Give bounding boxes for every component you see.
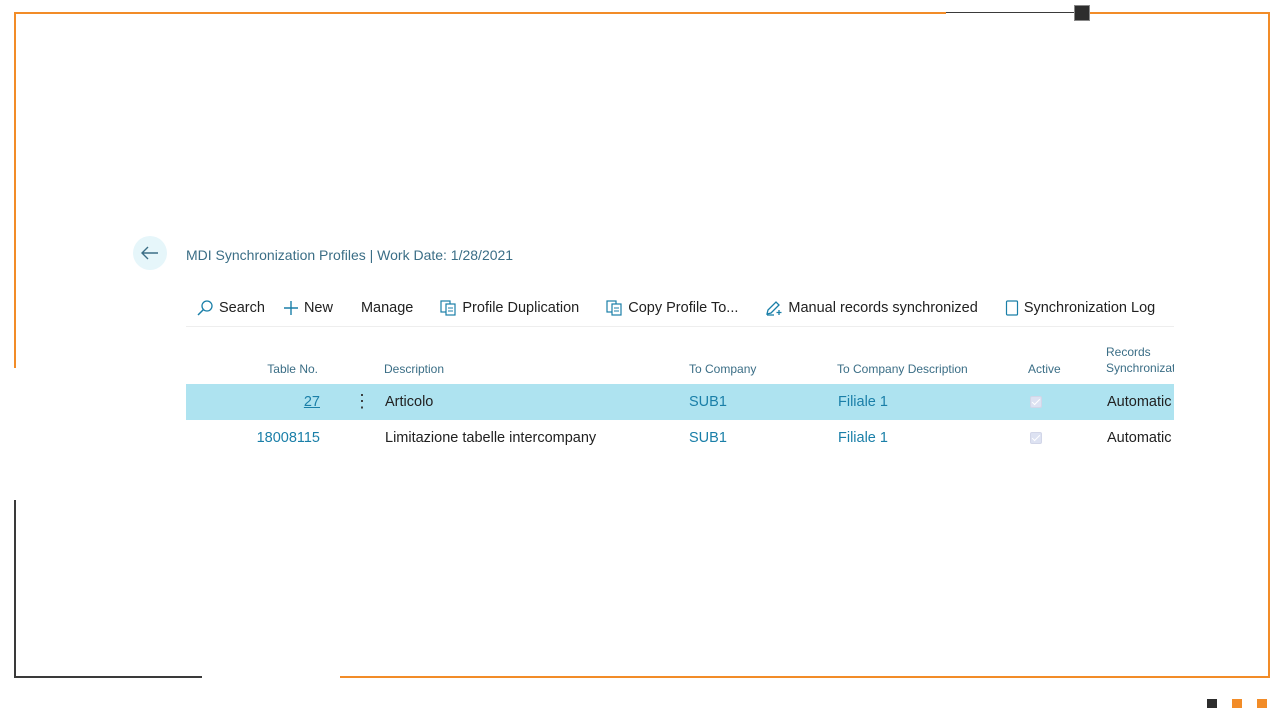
search-button[interactable]: Search	[196, 299, 265, 317]
column-header-description[interactable]: Description	[384, 362, 444, 376]
column-header-table-no[interactable]: Table No.	[267, 362, 318, 376]
new-button[interactable]: New	[283, 300, 333, 316]
copy-profile-to-button[interactable]: Copy Profile To...	[606, 300, 738, 316]
frame-top-dark-segment	[946, 12, 1083, 13]
to-company-link[interactable]: SUB1	[689, 430, 727, 446]
table-no-link[interactable]: 18008115	[257, 430, 320, 446]
edit-pencil-icon	[766, 301, 782, 316]
profile-duplication-label: Profile Duplication	[462, 300, 580, 316]
document-icon	[1005, 300, 1018, 316]
frame-left-border	[14, 12, 16, 368]
manual-records-label: Manual records synchronized	[788, 300, 978, 316]
records-sync-header-line1: Records	[1106, 345, 1151, 359]
synchronization-log-button[interactable]: Synchronization Log	[1005, 300, 1155, 316]
manage-button[interactable]: Manage	[361, 300, 413, 316]
copy-profile-to-label: Copy Profile To...	[628, 300, 739, 316]
table-row[interactable]: 27 ⋮ Articolo SUB1 Filiale 1 Automatic	[186, 384, 1174, 420]
column-header-to-company[interactable]: To Company	[689, 362, 756, 376]
dot-orange	[1232, 699, 1242, 708]
dot-orange	[1257, 699, 1267, 708]
frame-bottom-dark-segment	[14, 676, 202, 678]
profiles-table: Table No. Description To Company To Comp…	[186, 340, 1174, 456]
frame-right-border	[1268, 12, 1270, 678]
plus-icon	[283, 301, 298, 315]
synchronization-log-label: Synchronization Log	[1023, 300, 1156, 316]
records-sync-header-line2: Synchronizat	[1106, 361, 1174, 375]
frame-top-border	[14, 12, 946, 14]
to-company-description-link[interactable]: Filiale 1	[838, 430, 888, 446]
back-arrow-icon	[141, 246, 158, 260]
page-title: MDI Synchronization Profiles | Work Date…	[186, 247, 514, 263]
to-company-description-link[interactable]: Filiale 1	[838, 394, 888, 410]
column-header-records-synchronization[interactable]: Records Synchronizat	[1106, 344, 1174, 376]
manual-records-synchronized-button[interactable]: Manual records synchronized	[765, 300, 978, 316]
back-button[interactable]	[133, 236, 167, 270]
active-checkbox[interactable]	[1030, 432, 1042, 444]
duplicate-icon	[440, 300, 456, 316]
records-sync-cell: Automatic	[1107, 430, 1172, 446]
new-label: New	[303, 300, 333, 316]
to-company-link[interactable]: SUB1	[689, 394, 727, 410]
table-row[interactable]: 18008115 Limitazione tabelle intercompan…	[186, 420, 1174, 456]
action-bar: Search New Manage Profile Duplication Co…	[186, 290, 1174, 327]
frame-top-right-border	[1090, 12, 1268, 14]
search-icon	[197, 300, 213, 316]
column-header-active[interactable]: Active	[1028, 362, 1061, 376]
frame-left-dark-segment	[14, 500, 16, 678]
search-label: Search	[219, 300, 265, 316]
records-sync-cell: Automatic	[1107, 394, 1172, 410]
decorative-dots	[1207, 699, 1267, 708]
frame-bottom-border	[340, 676, 1270, 678]
column-header-to-company-description[interactable]: To Company Description	[837, 362, 968, 376]
table-header: Table No. Description To Company To Comp…	[186, 340, 1174, 384]
row-actions-ellipsis-icon[interactable]: ⋮	[353, 392, 371, 410]
active-checkbox[interactable]	[1030, 396, 1042, 408]
description-cell: Articolo	[385, 394, 434, 410]
profile-duplication-button[interactable]: Profile Duplication	[440, 300, 579, 316]
manage-label: Manage	[360, 300, 414, 316]
dot-dark	[1207, 699, 1217, 708]
description-cell: Limitazione tabelle intercompany	[385, 430, 597, 446]
table-no-link[interactable]: 27	[304, 394, 320, 410]
copy-icon	[606, 300, 622, 316]
frame-corner-square	[1074, 5, 1090, 21]
